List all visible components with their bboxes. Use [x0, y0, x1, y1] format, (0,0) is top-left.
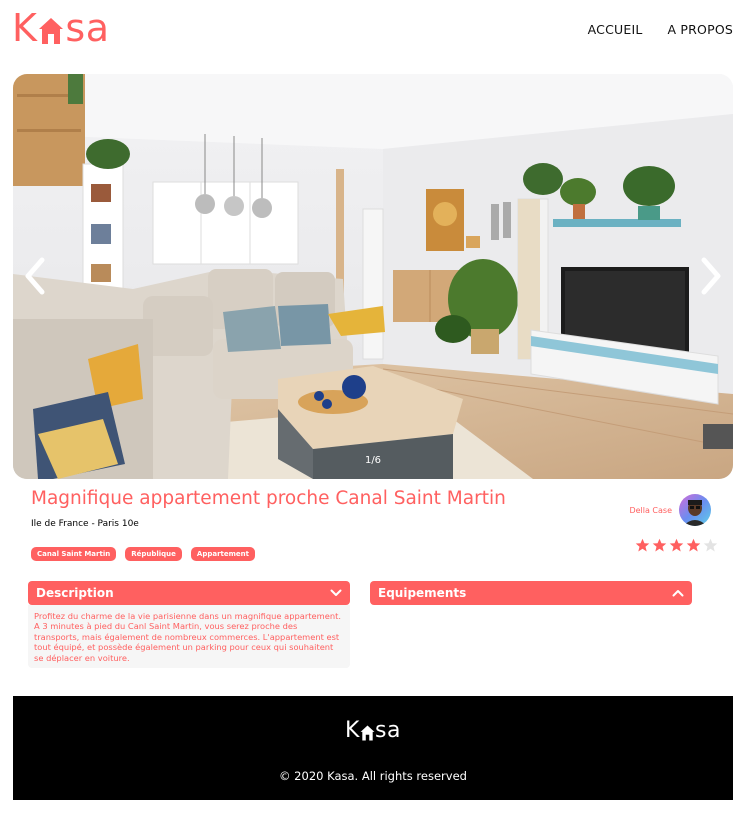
- star-icon: [635, 538, 650, 552]
- nav-link-a-propos[interactable]: A PROPOS: [668, 22, 734, 37]
- host-avatar: [679, 494, 711, 526]
- logo-letter-k: K: [12, 6, 38, 50]
- logo-letters-sa: sa: [374, 718, 401, 743]
- logo-letters-sa: sa: [65, 6, 110, 50]
- description-collapse: Description Profitez du charme de la vie…: [28, 581, 350, 669]
- house-icon: [360, 725, 375, 741]
- previous-image-arrow-icon[interactable]: [21, 256, 51, 296]
- footer-logo: K sa: [13, 716, 733, 746]
- listing-location: Ile de France - Paris 10e: [31, 519, 139, 529]
- copyright-text: © 2020 Kasa. All rights reserved: [279, 769, 467, 783]
- tag: Canal Saint Martin: [31, 547, 117, 561]
- logo-letter-k: K: [345, 718, 360, 743]
- chevron-down-icon[interactable]: [330, 589, 342, 597]
- tag: Appartement: [190, 547, 255, 561]
- host-name: Della Case: [629, 505, 672, 515]
- nav-link-accueil[interactable]: ACCUEIL: [588, 22, 643, 37]
- image-counter: 1/6: [364, 455, 382, 466]
- description-collapse-header[interactable]: Description: [28, 581, 350, 605]
- star-icon: [652, 538, 667, 552]
- header: K sa ACCUEIL A PROPOS: [0, 0, 751, 60]
- description-text: Profitez du charme de la vie parisienne …: [34, 611, 341, 663]
- next-image-arrow-icon[interactable]: [695, 256, 725, 296]
- host-info: Della Case: [629, 494, 711, 526]
- footer: K sa © 2020 Kasa. All rights reserved: [13, 696, 733, 800]
- star-icon: [686, 538, 701, 552]
- main-nav: ACCUEIL A PROPOS: [588, 22, 733, 37]
- equipements-collapse: Equipements: [370, 581, 692, 605]
- photo-gallery: 1/6: [13, 74, 733, 479]
- tag: République: [125, 547, 182, 561]
- star-rating: [635, 538, 718, 553]
- star-icon: [669, 538, 684, 552]
- description-content: Profitez du charme de la vie parisienne …: [28, 605, 350, 669]
- chevron-up-icon[interactable]: [672, 589, 684, 597]
- equipements-collapse-header[interactable]: Equipements: [370, 581, 692, 605]
- tag-list: Canal Saint Martin République Appartemen…: [31, 547, 255, 561]
- equipements-title: Equipements: [378, 586, 467, 600]
- apartment-photo: [13, 74, 733, 479]
- listing-title: Magnifique appartement proche Canal Sain…: [31, 488, 506, 509]
- house-icon: [39, 18, 64, 44]
- kasa-logo[interactable]: K sa: [12, 8, 110, 48]
- star-icon: [703, 538, 718, 552]
- description-title: Description: [36, 586, 114, 600]
